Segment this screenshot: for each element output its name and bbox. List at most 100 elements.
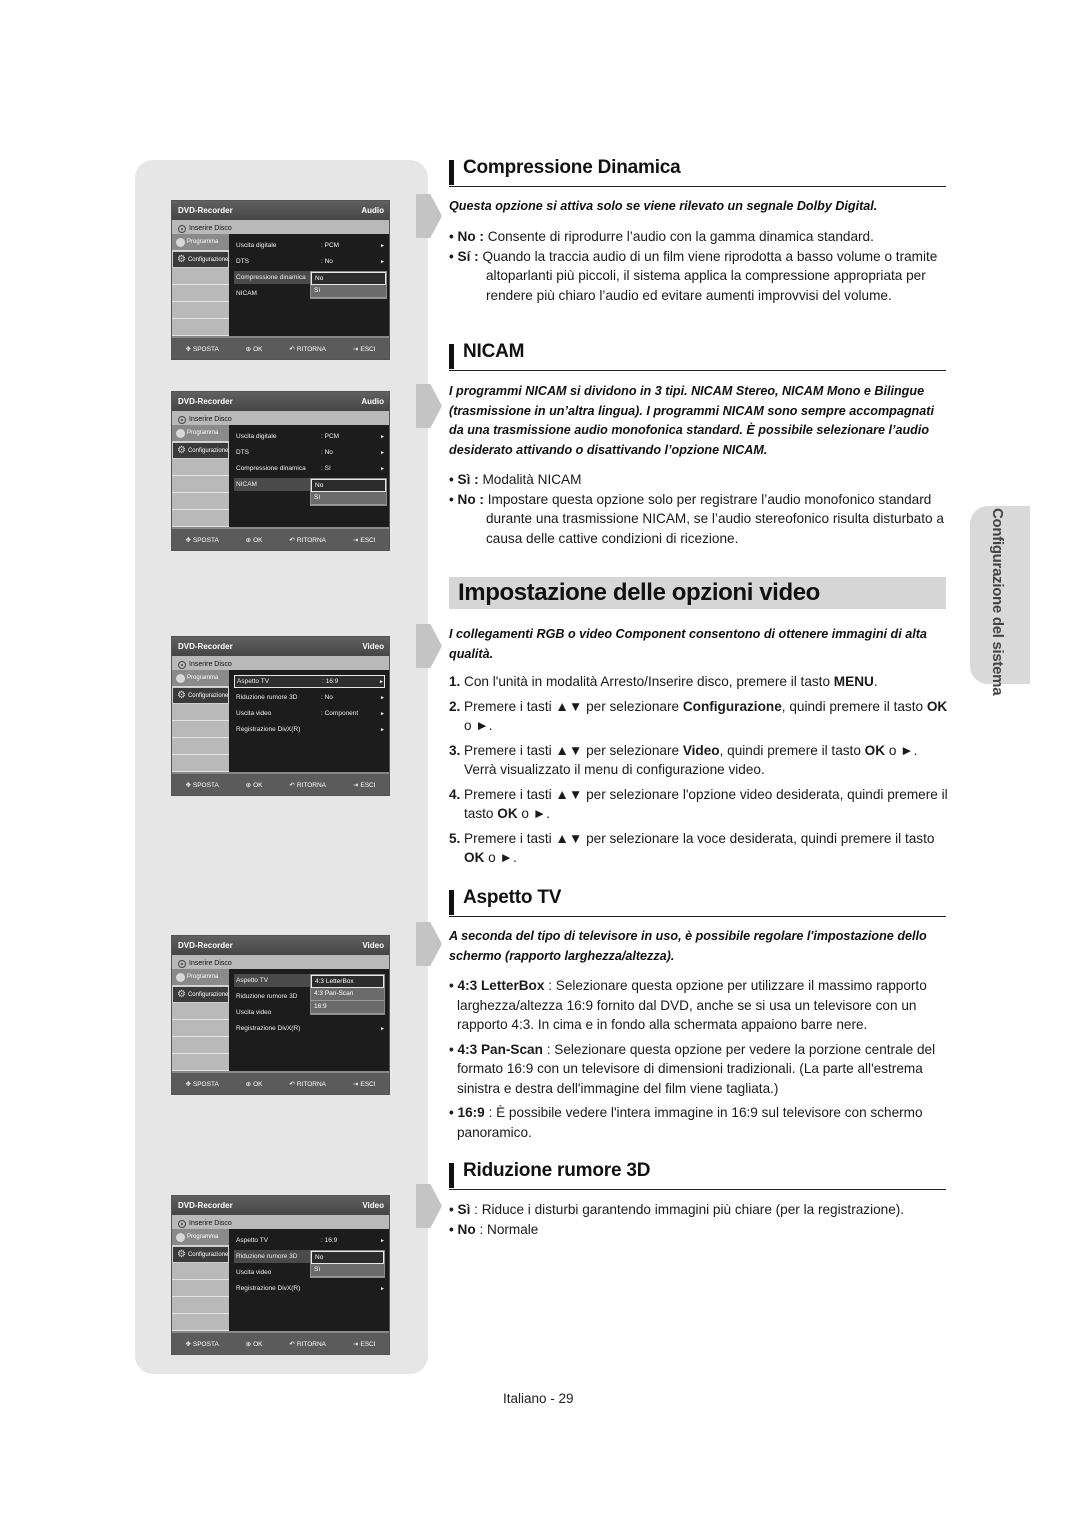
osd-tab-program[interactable]: Programma: [172, 670, 229, 687]
osd-menu-row[interactable]: Registrazione DivX(R) ►: [234, 723, 385, 736]
osd-footer-exit: ⇥ ESCI: [352, 536, 376, 544]
osd-title-bar: DVD-Recorder Video: [172, 637, 389, 656]
osd-row-label: Aspetto TV: [237, 678, 270, 685]
return-icon: ↶: [289, 536, 295, 544]
osd-tab-setup[interactable]: ⚙ Configurazione: [172, 687, 229, 704]
osd-option[interactable]: 16:9: [311, 1001, 384, 1014]
osd-section-label: Audio: [361, 206, 384, 215]
osd-option[interactable]: Sì: [311, 285, 386, 298]
disc-icon: [178, 415, 186, 424]
osd-tab-empty: [172, 738, 229, 755]
return-icon: ↶: [289, 1080, 295, 1088]
step-item: 3. Premere i tasti ▲▼ per selezionare Vid…: [449, 742, 918, 778]
step-item: 2. Premere i tasti ▲▼ per selezionare Con…: [449, 698, 948, 734]
osd-footer-return: ↶ RITORNA: [289, 345, 327, 353]
osd-row-value: : PCM: [321, 242, 340, 249]
osd-tab-setup[interactable]: ⚙ Configurazione: [172, 986, 229, 1003]
osd-disc-label: Inserire Disco: [189, 1220, 232, 1227]
osd-tab-label: Configurazione: [187, 1251, 229, 1258]
osd-menu-row[interactable]: Uscita digitale: PCM ►: [234, 430, 385, 443]
osd-left-tabs: Programma ⚙ Configurazione: [172, 234, 229, 338]
osd-option[interactable]: No: [311, 479, 386, 492]
osd-footer: ✥ SPOSTA ⊕ OK ↶ RITORNA ⇥ ESCI: [172, 772, 389, 795]
chevron-right-icon: ►: [380, 242, 385, 249]
osd-app-title: DVD-Recorder: [178, 206, 233, 215]
osd-row-label: Uscita video: [236, 1009, 272, 1016]
osd-menu-row[interactable]: Riduzione rumore 3D: No ►: [234, 691, 385, 704]
osd-tab-program[interactable]: Programma: [172, 234, 229, 251]
osd-menu-row[interactable]: Uscita digitale : PCM ►: [234, 239, 385, 252]
osd-left-tabs: Programma ⚙ Configurazione: [172, 1229, 229, 1333]
osd-row-label: Riduzione rumore 3D: [236, 1253, 298, 1260]
arrow-right-icon: [416, 384, 442, 428]
chevron-right-icon: ►: [379, 678, 384, 685]
osd-menu-row[interactable]: DTS: No ►: [234, 255, 385, 268]
disc-icon: [178, 224, 186, 233]
osd-option[interactable]: 4:3 Pan-Scan: [311, 988, 384, 1001]
osd-option[interactable]: No: [311, 272, 386, 285]
heading-text: Aspetto TV: [463, 887, 562, 908]
osd-disc-bar: Inserire Disco: [172, 955, 389, 969]
clock-icon: [176, 428, 185, 438]
osd-disc-label: Inserire Disco: [189, 416, 232, 423]
osd-tab-setup[interactable]: ⚙ Configurazione: [172, 1246, 229, 1263]
osd-menu-row[interactable]: Registrazione DivX(R) ►: [234, 1282, 385, 1295]
aspetto-items: • 4:3 LetterBox : Selezionare questa opz…: [449, 976, 949, 1147]
step-item: 5. Premere i tasti ▲▼ per selezionare la …: [449, 830, 935, 866]
osd-option[interactable]: 4:3 LetterBox: [311, 975, 384, 988]
move-arrows-icon: ✥: [185, 781, 191, 789]
osd-tab-program[interactable]: Programma: [172, 969, 229, 986]
osd-tab-empty: [172, 755, 229, 772]
osd-tab-setup[interactable]: ⚙ Configurazione: [172, 442, 229, 459]
chapter-side-tab: Configurazione del sistema: [970, 506, 1030, 695]
osd-row-label: Uscita digitale: [236, 242, 277, 249]
osd-tab-empty: [172, 510, 229, 527]
osd-footer-return: ↶ RITORNA: [289, 1080, 327, 1088]
osd-option[interactable]: Sì: [311, 1264, 384, 1277]
osd-footer-move: ✥ SPOSTA: [185, 536, 219, 544]
return-icon: ↶: [289, 1340, 295, 1348]
osd-tab-label: Configurazione: [187, 256, 229, 263]
chevron-right-icon: ►: [380, 1025, 385, 1032]
osd-menu-video: DVD-Recorder Video Inserire Disco Programma…: [171, 636, 390, 796]
osd-row-label: DTS: [236, 258, 249, 265]
osd-row-label: Aspetto TV: [236, 977, 269, 984]
osd-disc-label: Inserire Disco: [189, 225, 232, 232]
osd-tab-setup[interactable]: ⚙ Configurazione: [172, 251, 229, 268]
arrow-right-icon: [416, 624, 442, 668]
osd-option[interactable]: Sì: [311, 492, 386, 505]
osd-tab-label: Configurazione: [187, 692, 229, 699]
osd-menu-row[interactable]: Aspetto TV : 16:9 ►: [234, 675, 385, 688]
osd-tab-label: Programma: [187, 430, 219, 436]
rumore-items: • Sì : Riduce i disturbi garantendo imma…: [449, 1200, 949, 1239]
osd-tab-empty: [172, 1037, 229, 1054]
osd-menu-row[interactable]: Uscita video: Component ►: [234, 707, 385, 720]
osd-row-label: Compressione dinamica: [236, 274, 306, 281]
osd-tab-program[interactable]: Programma: [172, 425, 229, 442]
osd-footer-ok: ⊕ OK: [245, 345, 263, 353]
osd-tab-empty: [172, 1297, 229, 1314]
osd-row-label: NICAM: [236, 290, 257, 297]
chapter-side-tab-label: Configurazione del sistema: [989, 508, 1006, 696]
osd-footer-exit: ⇥ ESCI: [352, 345, 376, 353]
osd-tab-empty: [172, 302, 229, 319]
osd-menu-row[interactable]: Registrazione DivX(R) ►: [234, 1022, 385, 1035]
osd-disc-bar: Inserire Disco: [172, 656, 389, 670]
osd-option[interactable]: No: [311, 1251, 384, 1264]
osd-row-label: Compressione dinamica: [236, 465, 306, 472]
osd-tab-program[interactable]: Programma: [172, 1229, 229, 1246]
osd-row-value: : No: [321, 258, 333, 265]
osd-section-label: Video: [362, 941, 384, 950]
osd-content: Uscita digitale: PCM ► DTS: No ► Compression…: [230, 425, 389, 529]
arrow-right-icon: [416, 922, 442, 966]
osd-menu-row[interactable]: Compressione dinamica: Sì ►: [234, 462, 385, 475]
osd-row-label: Registrazione DivX(R): [236, 1285, 301, 1292]
osd-content: Aspetto TV: 16:9 ► Riduzione rumore 3D Usci…: [230, 1229, 389, 1333]
osd-footer-move: ✥ SPOSTA: [185, 1080, 219, 1088]
osd-menu-row[interactable]: Aspetto TV: 16:9 ►: [234, 1234, 385, 1247]
osd-footer-move: ✥ SPOSTA: [185, 345, 219, 353]
osd-menu-row[interactable]: DTS: No ►: [234, 446, 385, 459]
osd-row-value: : 16:9: [322, 678, 339, 685]
osd-footer-ok: ⊕ OK: [245, 1080, 263, 1088]
compressione-items: • No : Consente di riprodurre l’audio co…: [449, 227, 949, 305]
